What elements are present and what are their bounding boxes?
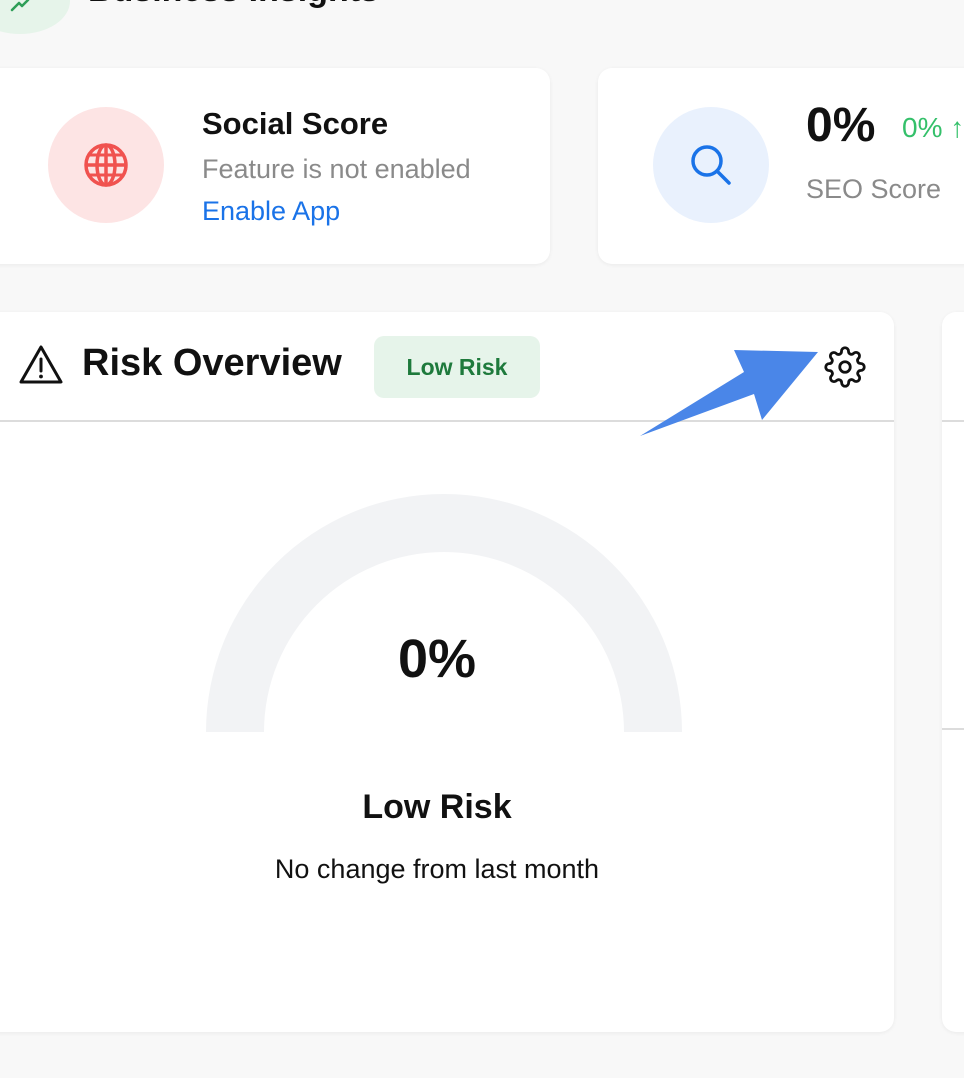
partial-card [942,312,964,1032]
social-score-status: Feature is not enabled [202,154,471,184]
gear-icon[interactable] [824,346,866,393]
search-icon [653,107,769,223]
risk-gauge [206,494,682,732]
seo-score-label: SEO Score [806,174,942,204]
seo-score-value: 0% [806,99,876,152]
trend-up-icon [0,0,70,34]
risk-change-text: No change from last month [274,854,600,884]
social-score-card: Social Score Feature is not enabled Enab… [0,68,550,264]
divider [942,728,964,730]
page: Business Insights Social Score Feature i… [0,0,964,1078]
section-header: Business Insights [0,0,964,36]
social-score-title: Social Score [202,106,389,141]
divider [942,420,964,422]
risk-level-badge: Low Risk [374,336,540,398]
warning-icon [18,344,64,391]
gauge-track [206,494,682,732]
gauge-value: 0% [397,629,477,689]
section-title: Business Insights [88,0,379,12]
enable-app-link[interactable]: Enable App [202,196,340,227]
risk-level-label: Low Risk [362,788,512,826]
risk-overview-title: Risk Overview [82,342,342,384]
annotation-arrow [640,350,818,436]
seo-score-change: 0% ↑ [902,112,964,143]
seo-score-card: 0% 0% ↑ SEO Score [598,68,964,264]
globe-icon [48,107,164,223]
